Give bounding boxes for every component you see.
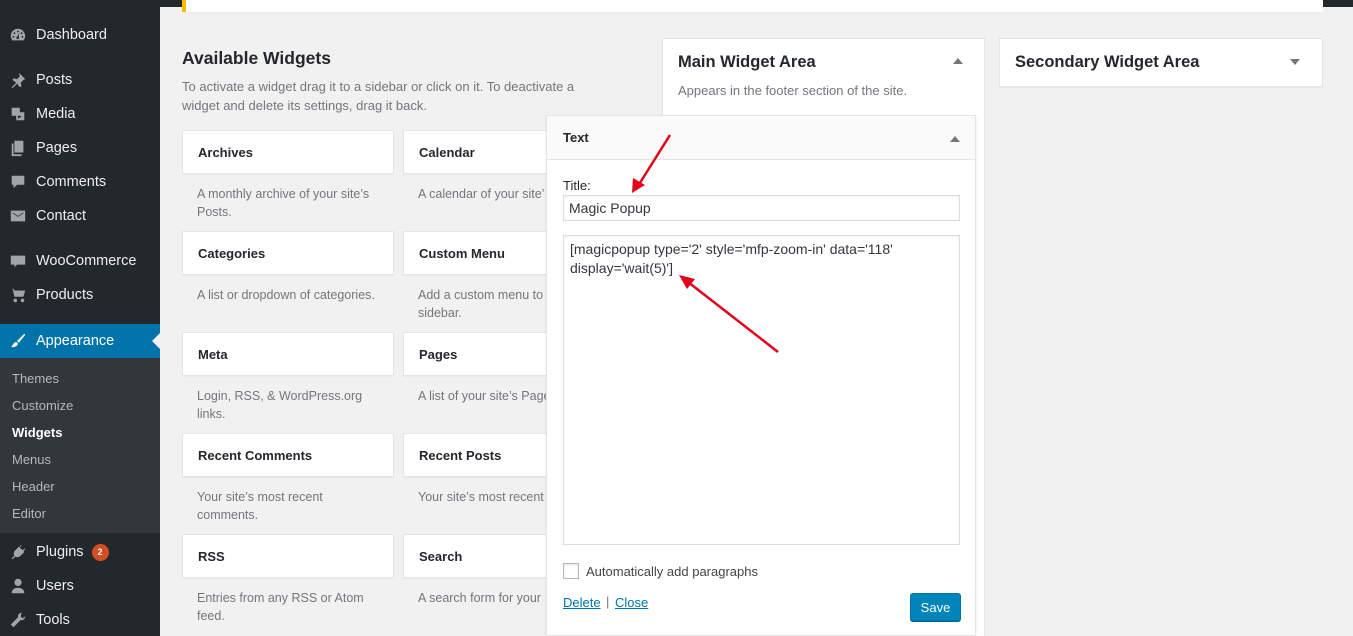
content-line: display='wait(5)'] [570,260,673,276]
main-widget-area-description: Appears in the footer section of the sit… [678,83,908,98]
submenu-header[interactable]: Header [12,479,55,494]
sidebar-item-woocommerce[interactable]: WooCommerce [0,244,160,278]
update-count-badge: 2 [91,543,109,561]
title-input[interactable] [563,195,960,221]
widget-meta[interactable]: Meta [182,332,394,376]
widget-description: Login, RSS, & WordPress.org links. [197,389,363,421]
widget-description: Add a custom menu to sidebar. [418,288,544,320]
brush-icon [0,332,36,350]
link-separator: | [606,594,610,609]
pages-icon [0,139,36,157]
text-widget: Text Title: [magicpopup type='2' style='… [546,115,976,636]
title-field-label: Title: [563,178,591,193]
main-widget-area-title[interactable]: Main Widget Area [678,53,816,72]
appearance-submenu: Themes Customize Widgets Menus Header Ed… [0,358,160,533]
sidebar-item-label: Posts [36,72,73,88]
sidebar-item-posts[interactable]: Posts [0,63,160,97]
secondary-widget-area-title[interactable]: Secondary Widget Area [1015,53,1199,72]
delete-link[interactable]: Delete [563,595,601,610]
sidebar-item-users[interactable]: Users [0,569,160,603]
close-link[interactable]: Close [615,595,648,610]
sidebar-item-contact[interactable]: Contact [0,199,160,233]
sidebar-item-label: Pages [36,140,78,156]
save-button[interactable]: Save [910,593,961,621]
sidebar-item-label: Appearance [36,333,115,349]
collapse-arrow-icon[interactable] [953,58,963,64]
content-textarea[interactable]: [magicpopup type='2' style='mfp-zoom-in'… [563,235,960,545]
widget-description: Entries from any RSS or Atom feed. [197,591,364,623]
woo-icon [0,252,36,270]
auto-paragraphs-label: Automatically add paragraphs [586,564,758,579]
sidebar-item-label: Dashboard [36,27,107,43]
widget-description: A monthly archive of your site’s Posts. [197,187,370,219]
plug-icon [0,543,36,561]
comment-icon [0,173,36,191]
available-widgets-title: Available Widgets [182,48,331,68]
sidebar-item-plugins[interactable]: Plugins 2 [0,535,160,569]
submenu-widgets[interactable]: Widgets [12,425,62,440]
auto-paragraphs-checkbox[interactable] [563,563,579,579]
submenu-menus[interactable]: Menus [12,452,51,467]
text-widget-header[interactable]: Text [547,116,975,160]
submenu-editor[interactable]: Editor [12,506,46,521]
dashboard-icon [0,26,36,44]
sidebar-item-dashboard[interactable]: Dashboard [0,18,160,52]
widget-description: A search form for your [418,591,541,605]
sidebar-item-comments[interactable]: Comments [0,165,160,199]
submenu-themes[interactable]: Themes [12,371,59,386]
sidebar-item-label: Plugins [36,544,84,560]
user-icon [0,577,36,595]
media-icon [0,105,36,123]
widget-archives[interactable]: Archives [182,130,394,174]
sidebar-item-label: WooCommerce [36,253,137,269]
sidebar-item-appearance[interactable]: Appearance [0,324,160,358]
sidebar-item-products[interactable]: Products [0,278,160,312]
sidebar-item-label: Products [36,287,94,303]
expand-arrow-icon[interactable] [1290,59,1300,65]
content-line: [magicpopup type='2' style='mfp-zoom-in'… [570,241,893,257]
widget-description: Your site’s most recent comments. [197,490,323,522]
cart-icon [0,286,36,304]
mail-icon [0,207,36,225]
sidebar-item-label: Tools [36,612,70,628]
widget-description: A calendar of your site’ [418,187,545,201]
sidebar-item-pages[interactable]: Pages [0,131,160,165]
submenu-customize[interactable]: Customize [12,398,73,413]
wrench-icon [0,611,36,629]
sidebar-item-label: Contact [36,208,86,224]
collapse-arrow-icon[interactable] [950,136,960,142]
pin-icon [0,71,36,89]
sidebar-item-label: Comments [36,174,107,190]
sidebar-item-tools[interactable]: Tools [0,603,160,636]
admin-notice [182,0,1323,12]
widget-description: Your site’s most recent [418,490,544,504]
available-widgets-description: To activate a widget drag it to a sideba… [182,79,575,113]
sidebar-item-label: Users [36,578,74,594]
widget-description: A list of your site’s Page [418,389,546,403]
admin-sidebar: Dashboard Posts Media Pages Comments Con… [0,0,160,636]
widget-description: A list or dropdown of categories. [197,288,375,302]
sidebar-item-label: Media [36,106,76,122]
sidebar-item-media[interactable]: Media [0,97,160,131]
widget-rss[interactable]: RSS [182,534,394,578]
text-widget-header-title: Text [563,130,589,145]
widget-categories[interactable]: Categories [182,231,394,275]
secondary-widget-area: Secondary Widget Area [999,38,1323,87]
widget-recent-comments[interactable]: Recent Comments [182,433,394,477]
